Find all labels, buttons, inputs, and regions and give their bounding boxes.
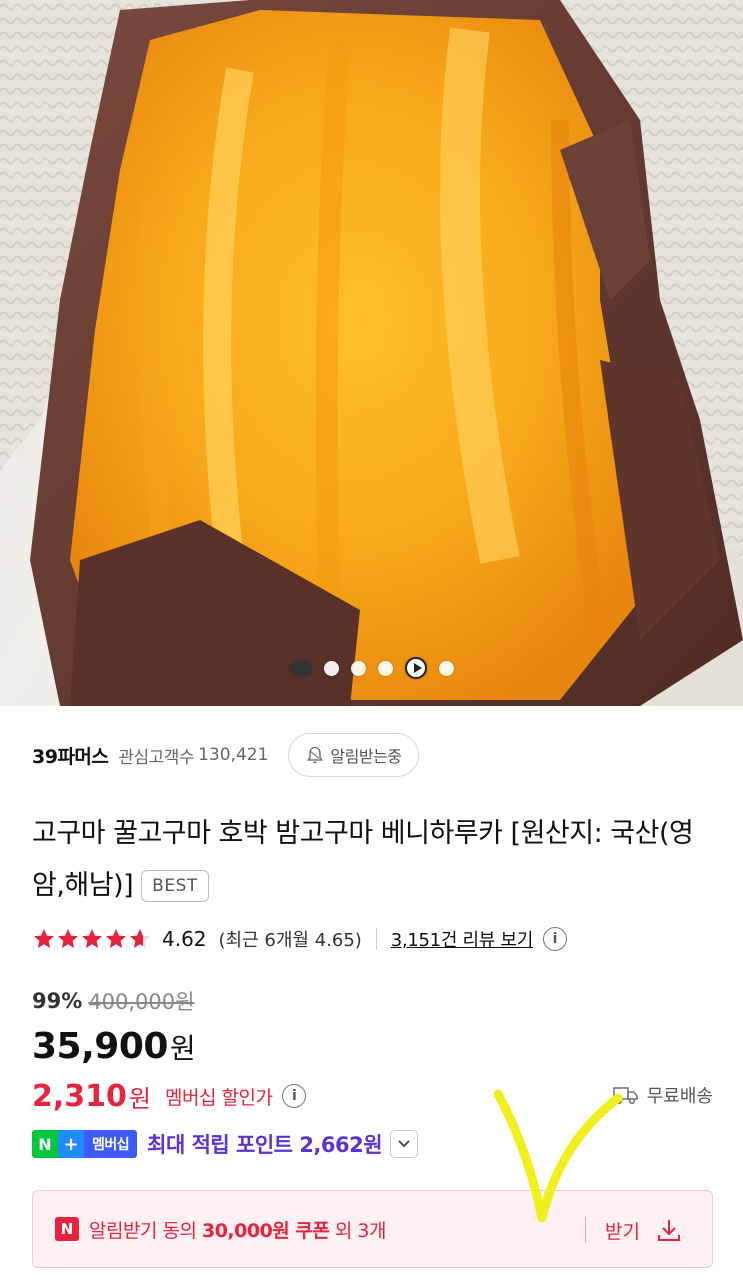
best-badge: BEST — [141, 870, 209, 902]
play-video-icon[interactable] — [404, 657, 427, 679]
plus-icon: + — [58, 1130, 84, 1158]
pager-dot-active[interactable] — [289, 660, 312, 676]
star-icon — [82, 929, 102, 948]
seller-row: 39파머스 관심고객수 130,421 알림받는중 — [32, 732, 419, 778]
product-title: 고구마 꿀고구마 호박 밤고구마 베니하루카 [원산지: 국산(영암,해남)] B… — [32, 808, 722, 912]
alarm-button[interactable]: 알림받는중 — [288, 733, 419, 777]
pager-dot[interactable] — [350, 660, 366, 676]
review-link[interactable]: 3,151건 리뷰 보기 — [391, 926, 533, 952]
rating-recent: (최근 6개월 4.65) — [218, 930, 362, 951]
discount-row: 99% 400,000원 — [32, 985, 194, 1017]
divider — [375, 928, 377, 950]
rating-score: 4.62 — [162, 927, 207, 951]
sweet-potato-illustration — [0, 0, 743, 706]
member-price-row: 2,310 원 멤버십 할인가 i — [32, 1076, 307, 1116]
info-icon[interactable]: i — [282, 1084, 307, 1108]
coupon-get-button[interactable]: 받기 — [605, 1191, 682, 1269]
star-icon — [106, 929, 126, 948]
image-pager[interactable] — [0, 656, 743, 680]
coupon-amount: 30,000원 쿠폰 — [201, 1219, 330, 1242]
coupon-get-label: 받기 — [605, 1220, 640, 1243]
shipping-info: 무료배송 — [612, 1080, 713, 1110]
coupon-text: 알림받기 동의 30,000원 쿠폰 외 3개 — [89, 1216, 386, 1243]
alarm-button-label: 알림받는중 — [330, 747, 402, 766]
member-price-label: 멤버십 할인가 — [165, 1086, 273, 1109]
bell-icon — [307, 746, 324, 764]
info-icon[interactable]: i — [542, 927, 567, 951]
download-icon — [657, 1220, 680, 1241]
price-row: 35,900 원 — [32, 1026, 196, 1072]
membership-badge-label: 멤버십 — [84, 1130, 138, 1158]
original-price: 400,000원 — [88, 990, 195, 1014]
shipping-label: 무료배송 — [646, 1086, 713, 1107]
discount-rate: 99% — [32, 989, 83, 1013]
product-image[interactable] — [0, 0, 743, 706]
star-icon — [58, 929, 78, 948]
coupon-text-suffix: 외 3개 — [329, 1219, 387, 1242]
star-half-icon — [130, 929, 150, 948]
sale-price: 35,900 — [32, 1026, 168, 1067]
member-price: 2,310 — [32, 1078, 127, 1114]
npay-membership-badge: N + 멤버십 — [32, 1130, 138, 1158]
star-icon — [34, 929, 54, 948]
chevron-down-icon — [398, 1140, 410, 1148]
fans-label: 관심고객수 — [118, 747, 195, 768]
naver-n-icon: N — [32, 1130, 58, 1158]
points-expand-button[interactable] — [390, 1130, 419, 1158]
max-points-text: 최대 적립 포인트 2,662원 — [147, 1133, 383, 1157]
pager-dot[interactable] — [438, 660, 454, 676]
member-price-unit: 원 — [128, 1084, 151, 1113]
product-title-text: 고구마 꿀고구마 호박 밤고구마 베니하루카 [원산지: 국산(영암,해남)] — [32, 818, 694, 901]
truck-icon — [612, 1087, 638, 1105]
coupon-text-prefix: 알림받기 동의 — [89, 1219, 202, 1242]
points-row: N + 멤버십 최대 적립 포인트 2,662원 — [32, 1128, 419, 1160]
star-rating — [32, 927, 152, 951]
pager-dot[interactable] — [377, 660, 393, 676]
naver-n-icon: N — [55, 1217, 79, 1241]
pager-dot[interactable] — [323, 660, 339, 676]
store-name[interactable]: 39파머스 — [32, 742, 109, 769]
divider — [585, 1217, 586, 1243]
sale-price-unit: 원 — [169, 1032, 196, 1065]
coupon-bar[interactable]: N 알림받기 동의 30,000원 쿠폰 외 3개 받기 — [32, 1190, 713, 1268]
rating-row: 4.62 (최근 6개월 4.65) 3,151건 리뷰 보기 i — [32, 922, 567, 956]
fans-count: 130,421 — [198, 745, 269, 765]
